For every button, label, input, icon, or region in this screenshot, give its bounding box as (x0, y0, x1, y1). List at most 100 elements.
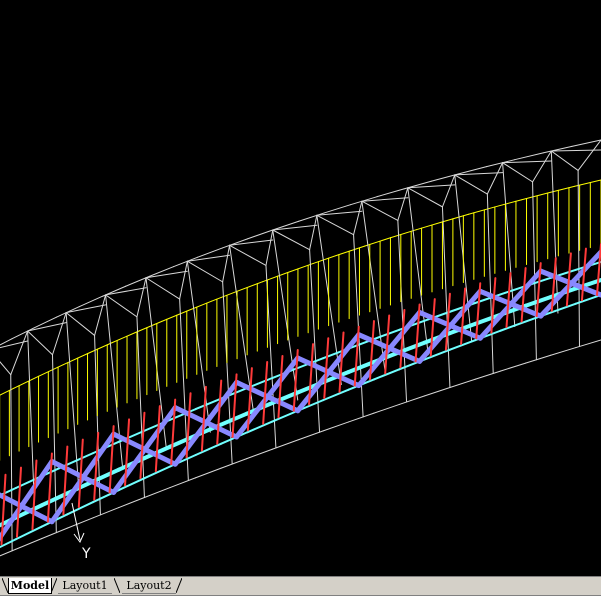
deck-member (448, 339, 477, 351)
frame-chord (87, 342, 113, 355)
frame-diagonal (51, 312, 67, 356)
frame-diagonal (0, 361, 12, 376)
frame-chord (143, 487, 171, 498)
layout-tab-bar: Model Layout1 Layout2 (0, 576, 601, 599)
deck-member (66, 501, 95, 516)
frame-chord (547, 185, 575, 194)
frame-chord (312, 254, 340, 264)
frame-chord (424, 387, 451, 397)
frame-chord (92, 507, 120, 519)
frame-strut (51, 354, 57, 534)
tab-bar-bottom-strip (0, 595, 601, 599)
frame-chord (542, 145, 573, 154)
frame-chord (33, 316, 57, 329)
drawing-viewport[interactable]: Y (0, 0, 601, 576)
frame-chord (494, 199, 522, 208)
frame-diagonal (65, 312, 96, 336)
cross-beam (277, 354, 284, 419)
tab-right-edge (176, 578, 182, 593)
frame-diagonal (532, 150, 552, 183)
frame-chord (186, 300, 213, 312)
deck-member (66, 452, 95, 466)
frame-diagonal (309, 214, 318, 251)
frame-strut (353, 234, 364, 418)
frame-chord (41, 527, 68, 540)
bridge-wireframe-drawing: Y (0, 139, 601, 562)
frame-strut (532, 181, 537, 361)
deck-member (397, 340, 427, 355)
frame-diagonal (486, 162, 504, 195)
frame-diagonal (502, 162, 534, 183)
frame-chord (0, 338, 13, 346)
cross-beam (154, 405, 161, 473)
frame-diagonal (94, 294, 107, 336)
frame-chord (246, 448, 273, 460)
frame-diagonal (186, 260, 224, 283)
frame-chord (458, 166, 488, 175)
deck-member (271, 409, 299, 423)
frame-chord (195, 467, 222, 479)
frame-chord (525, 354, 552, 364)
frame-chord (520, 192, 549, 201)
frame-diagonal (353, 200, 363, 236)
frame-strut (550, 150, 559, 314)
deck-member (143, 465, 172, 480)
frame-diagonal (27, 330, 53, 356)
ucs-icon: Y (71, 502, 91, 562)
frame-diagonal (136, 277, 147, 318)
frame-chord (398, 395, 426, 405)
frame-chord (62, 353, 89, 366)
tab-layout1[interactable]: Layout1 (58, 578, 112, 594)
frame-chord (373, 403, 400, 414)
frame-chord (197, 247, 223, 258)
tab-layout2[interactable]: Layout2 (122, 578, 176, 594)
frame-diagonal (454, 174, 488, 195)
frame-diagonal (65, 304, 107, 314)
cross-beam (93, 431, 100, 501)
frame-diagonal (361, 200, 399, 221)
frame-chord (348, 412, 375, 423)
frame-chord (136, 320, 163, 333)
frame-chord (323, 204, 352, 214)
frame-diagonal (105, 294, 138, 318)
frame-diagonal (229, 244, 267, 266)
frame-chord (287, 262, 314, 273)
frame-chord (111, 331, 138, 344)
cross-beam (216, 379, 223, 445)
frame-diagonal (441, 174, 456, 208)
frame-chord (338, 245, 366, 256)
deck-member (194, 442, 223, 456)
frame-diagonal (272, 229, 311, 251)
frame-chord (389, 229, 417, 239)
deck-member (499, 320, 527, 332)
deck-member (14, 525, 43, 541)
blue-bracing-members (0, 249, 601, 542)
tab-separator (114, 578, 120, 593)
frame-diagonal (265, 229, 274, 266)
frame-chord (246, 229, 274, 240)
frame-chord (66, 517, 94, 529)
space-truss-frame (0, 139, 601, 557)
frame-chord (236, 281, 263, 292)
frame-chord (38, 364, 64, 377)
frame-chord (441, 213, 470, 223)
frame-chord (161, 310, 188, 322)
frame-chord (364, 237, 391, 247)
frame-chord (449, 378, 476, 388)
frame-chord (169, 477, 197, 489)
frame-chord (211, 290, 238, 302)
deck-member (322, 388, 350, 402)
frame-diagonal (145, 270, 188, 279)
ucs-y-axis-label: Y (81, 546, 91, 562)
frame-chord (0, 548, 17, 557)
frame-diagonal (316, 214, 355, 236)
deck-member (574, 294, 601, 305)
frame-chord (220, 458, 248, 469)
frame-chord (118, 497, 145, 509)
frame-chord (514, 152, 544, 161)
frame-chord (474, 370, 501, 380)
frame-strut (486, 193, 494, 374)
tab-model[interactable]: Model (8, 578, 52, 594)
frame-chord (415, 221, 443, 231)
frame-diagonal (550, 150, 579, 171)
